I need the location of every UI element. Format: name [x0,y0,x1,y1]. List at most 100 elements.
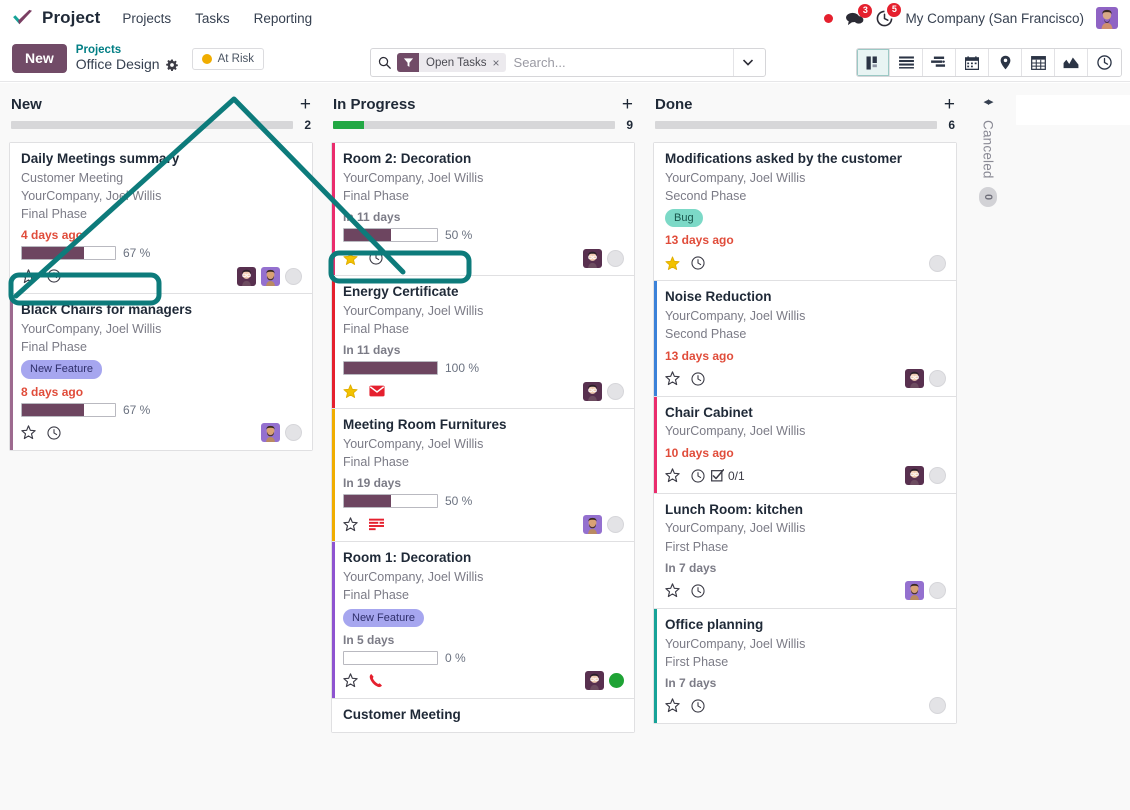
card-title[interactable]: Black Chairs for managers [21,302,302,319]
avatar-glasses[interactable] [905,466,924,486]
assignee-placeholder-avatar[interactable] [607,515,624,533]
star-outline-icon[interactable] [343,673,358,688]
kanban-card[interactable]: Black Chairs for managers YourCompany, Jo… [10,294,312,450]
assignee-placeholder-avatar[interactable] [285,424,302,442]
avatar-beard[interactable] [905,581,924,601]
kanban-card[interactable]: Room 2: Decoration YourCompany, Joel Will… [332,143,634,277]
check-logo-icon[interactable] [12,9,34,27]
star-outline-icon[interactable] [21,425,36,440]
project-status-at-risk[interactable]: At Risk [191,47,264,70]
search-dropdown-toggle[interactable] [733,49,761,76]
column-progress-meter[interactable] [333,121,615,129]
star-outline-icon[interactable] [665,583,680,598]
assignee-placeholder-avatar[interactable] [929,582,946,600]
gear-icon[interactable] [165,59,178,71]
avatar-beard[interactable] [583,514,602,534]
assignee-placeholder-avatar[interactable] [285,267,302,285]
phone-icon[interactable] [369,673,383,688]
avatar-glasses[interactable] [585,671,604,691]
add-column-box[interactable]: + [1016,95,1130,125]
nav-link-projects[interactable]: Projects [120,8,173,29]
kanban-card[interactable]: Energy Certificate YourCompany, Joel Will… [332,276,634,410]
card-checklist[interactable]: 0/1 [711,469,745,483]
star-outline-icon[interactable] [665,698,680,713]
view-button-gantt[interactable] [923,49,956,76]
kanban-card[interactable]: Meeting Room Furnitures YourCompany, Joel… [332,409,634,543]
card-progress-bar[interactable] [343,494,438,509]
kanban-card[interactable]: Room 1: Decoration YourCompany, Joel Will… [332,542,634,699]
clock-icon[interactable] [47,426,61,440]
column-title[interactable]: In Progress [333,96,416,113]
kanban-card[interactable]: Chair Cabinet YourCompany, Joel Willis 10 … [654,396,956,494]
avatar-glasses[interactable] [583,381,602,401]
todo-list-icon[interactable] [369,518,384,531]
card-title[interactable]: Room 2: Decoration [343,151,624,168]
assignee-placeholder-avatar[interactable] [607,249,624,267]
card-progress-bar[interactable] [21,246,116,261]
assignee-placeholder-avatar[interactable] [929,370,946,388]
view-button-list[interactable] [890,49,923,76]
new-button[interactable]: New [12,44,67,73]
kanban-card[interactable]: Office planning YourCompany, Joel Willis F… [654,608,956,723]
email-icon[interactable] [369,385,385,397]
activities-button[interactable]: 5 [876,2,902,27]
search-facet-remove[interactable]: × [493,57,500,69]
avatar-glasses[interactable] [237,266,256,286]
card-title[interactable]: Meeting Room Furnitures [343,417,624,434]
column-add-card-plus-icon[interactable]: + [300,95,311,114]
star-outline-icon[interactable] [665,371,680,386]
star-filled-icon[interactable] [665,256,680,271]
view-button-kanban[interactable] [857,49,890,76]
nav-link-reporting[interactable]: Reporting [252,8,315,29]
clock-icon[interactable] [691,256,705,271]
search-facet-open-tasks[interactable]: Open Tasks × [397,53,506,72]
view-button-graph[interactable] [1055,49,1088,76]
column-add-card-plus-icon[interactable]: + [944,95,955,114]
kanban-card[interactable]: Daily Meetings summary Customer Meeting Yo… [10,143,312,295]
card-progress-bar[interactable] [21,402,116,417]
card-title[interactable]: Modifications asked by the customer [665,151,946,168]
star-filled-icon[interactable] [343,384,358,399]
card-title[interactable]: Noise Reduction [665,289,946,306]
assignee-placeholder-avatar[interactable] [929,467,946,485]
column-title[interactable]: Done [655,96,693,113]
messages-button[interactable]: 3 [845,3,873,26]
column-progress-meter[interactable] [655,121,937,129]
clock-icon[interactable] [47,269,61,283]
card-title[interactable]: Daily Meetings summary [21,151,302,168]
kanban-card[interactable]: Lunch Room: kitchen YourCompany, Joel Wil… [654,493,956,609]
clock-icon[interactable] [691,699,705,713]
clock-icon[interactable] [691,371,705,386]
column-title[interactable]: New [11,96,42,113]
user-avatar[interactable] [1096,7,1118,29]
column-add-card-plus-icon[interactable]: + [622,95,633,114]
column-progress-meter[interactable] [11,121,293,129]
star-filled-icon[interactable] [343,251,358,266]
avatar-glasses[interactable] [583,248,602,268]
search-input[interactable] [511,54,733,71]
card-status-dot-ready[interactable] [609,673,624,689]
nav-link-tasks[interactable]: Tasks [193,8,232,29]
card-title[interactable]: Office planning [665,617,946,634]
clock-icon[interactable] [369,251,383,265]
search-bar[interactable]: Open Tasks × [370,48,766,77]
star-outline-icon[interactable] [665,468,680,483]
kanban-column-canceled-collapsed[interactable]: ◂▸ Canceled 0 [966,83,1010,810]
star-outline-icon[interactable] [343,517,358,532]
card-tag[interactable]: New Feature [21,360,102,379]
clock-icon[interactable] [691,584,705,598]
expand-collapse-icon[interactable]: ◂▸ [983,95,993,108]
avatar-beard[interactable] [261,423,280,443]
view-button-map[interactable] [989,49,1022,76]
view-button-calendar[interactable] [956,49,989,76]
card-title[interactable]: Lunch Room: kitchen [665,502,946,519]
card-title[interactable]: Energy Certificate [343,284,624,301]
checklist-icon[interactable] [711,469,724,482]
card-progress-bar[interactable] [343,228,438,243]
clock-icon[interactable] [691,468,705,483]
avatar-beard[interactable] [261,266,280,286]
card-progress-bar[interactable] [343,361,438,376]
card-tag[interactable]: Bug [665,209,703,228]
card-title[interactable]: Room 1: Decoration [343,550,624,567]
avatar-glasses[interactable] [905,369,924,389]
